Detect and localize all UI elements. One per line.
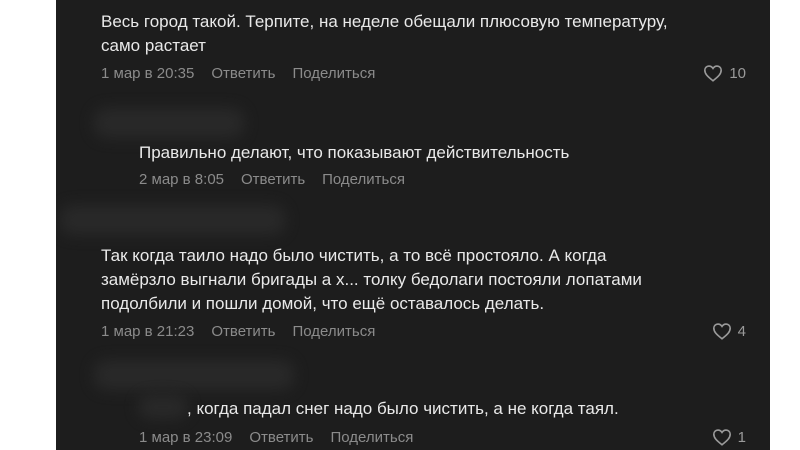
comment-date[interactable]: 1 мар в 21:23 — [101, 323, 194, 340]
comment-text: , когда падал снег надо было чистить, а … — [187, 399, 619, 418]
blurred-author-2 — [94, 108, 244, 138]
like-count: 4 — [737, 322, 746, 340]
share-button[interactable]: Поделиться — [322, 171, 405, 188]
like-button[interactable]: 1 — [712, 428, 746, 446]
like-button[interactable]: 4 — [712, 322, 746, 340]
heart-icon — [712, 429, 731, 446]
blurred-author-3 — [60, 205, 285, 235]
blurred-name-4 — [138, 395, 188, 419]
like-button[interactable]: 10 — [703, 64, 746, 82]
comment-meta: 1 мар в 23:09 Ответить Поделиться — [139, 429, 430, 446]
comment-text: Весь город такой. Терпите, на неделе обе… — [101, 12, 668, 55]
comment-date[interactable]: 1 мар в 23:09 — [139, 429, 232, 446]
comment-text: Так когда таило надо было чистить, а то … — [101, 246, 642, 313]
share-button[interactable]: Поделиться — [292, 323, 375, 340]
heart-icon — [712, 323, 731, 340]
comment-meta: 1 мар в 21:23 Ответить Поделиться — [101, 323, 392, 340]
like-count: 10 — [729, 64, 746, 82]
like-count: 1 — [737, 428, 746, 446]
share-button[interactable]: Поделиться — [330, 429, 413, 446]
blurred-author-4 — [94, 360, 294, 390]
share-button[interactable]: Поделиться — [292, 65, 375, 82]
heart-icon — [704, 65, 723, 82]
reply-button[interactable]: Ответить — [241, 171, 305, 188]
comment-date[interactable]: 2 мар в 8:05 — [139, 171, 224, 188]
comments-panel: Весь город такой. Терпите, на неделе обе… — [56, 0, 770, 450]
reply-button[interactable]: Ответить — [211, 65, 275, 82]
comment-meta: 2 мар в 8:05 Ответить Поделиться — [139, 171, 422, 188]
comment-date[interactable]: 1 мар в 20:35 — [101, 65, 194, 82]
comment-text: Правильно делают, что показывают действи… — [139, 143, 570, 162]
comment-meta: 1 мар в 20:35 Ответить Поделиться — [101, 65, 392, 82]
reply-button[interactable]: Ответить — [211, 323, 275, 340]
reply-button[interactable]: Ответить — [249, 429, 313, 446]
